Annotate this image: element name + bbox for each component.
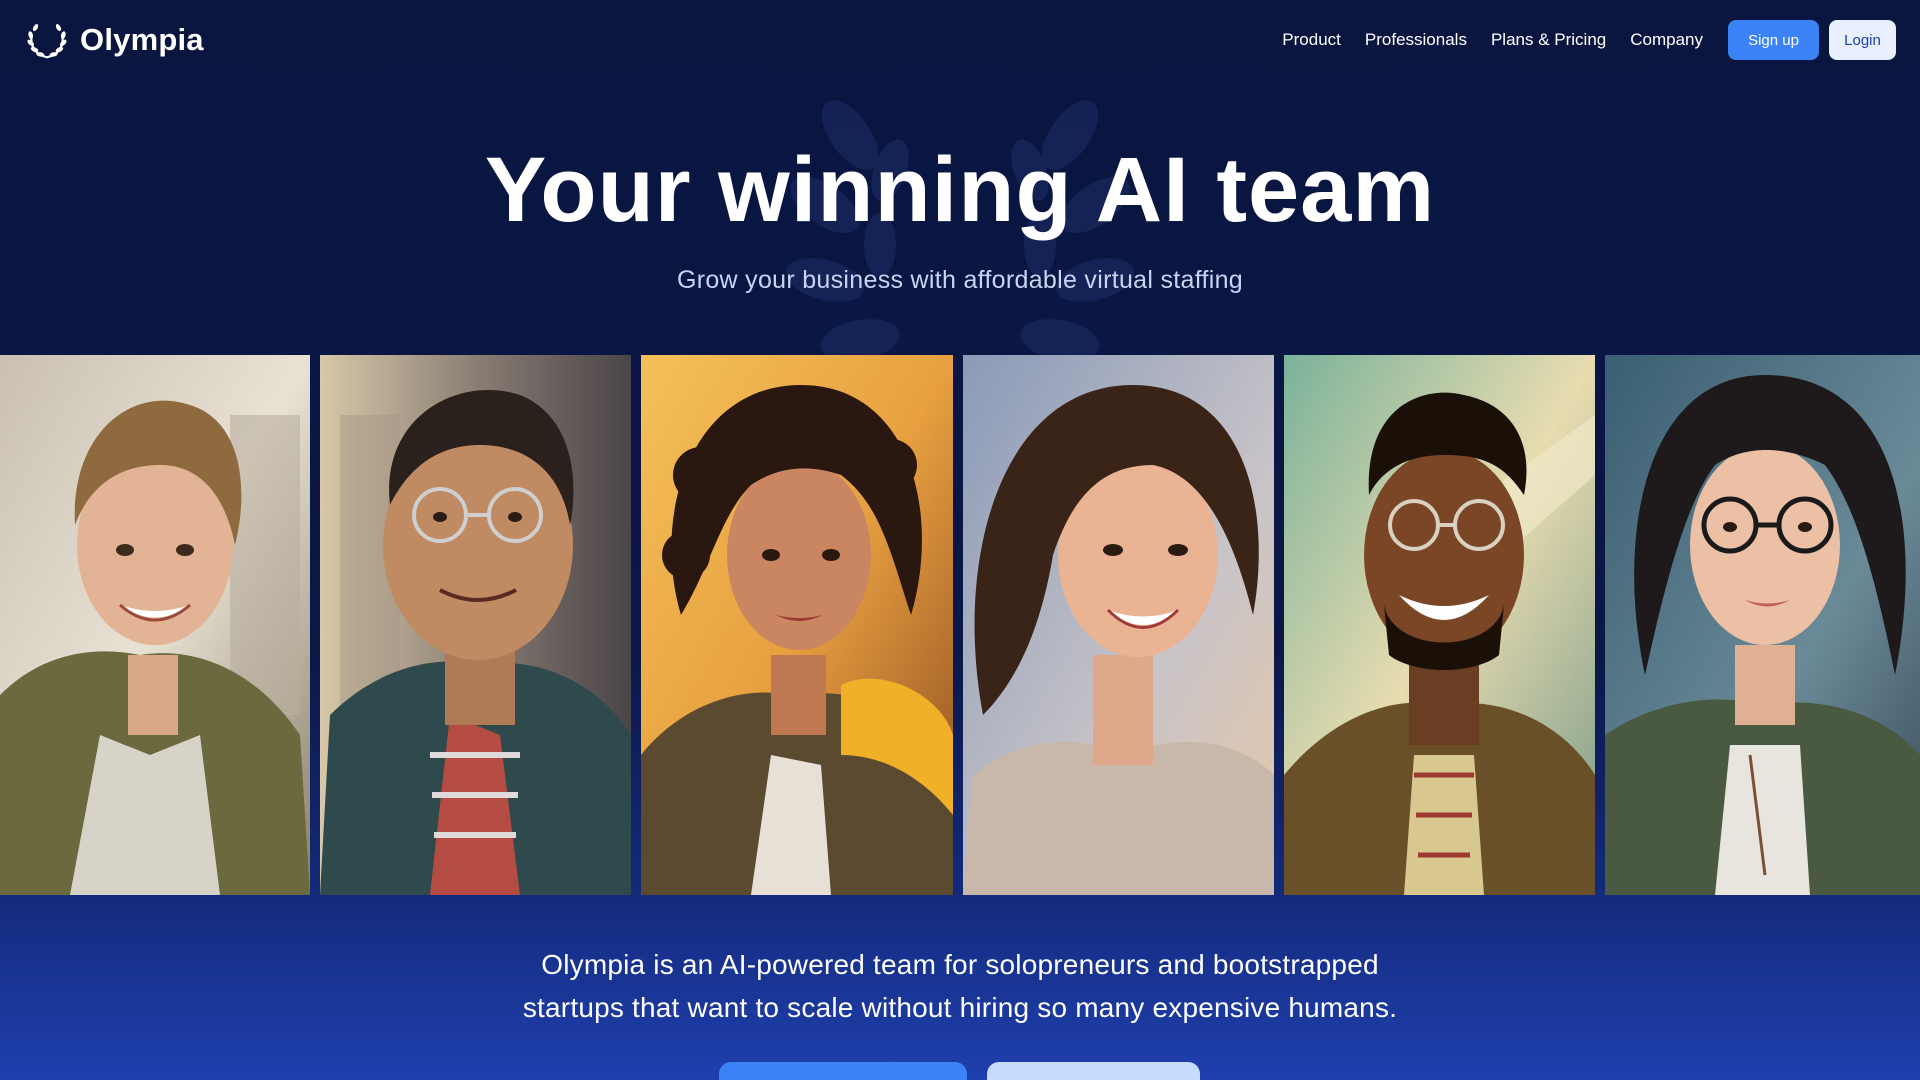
nav-link-plans-pricing[interactable]: Plans & Pricing [1491, 30, 1606, 50]
signup-button[interactable]: Sign up [1728, 20, 1819, 60]
about-line-1: Olympia is an AI-powered team for solopr… [541, 949, 1379, 980]
cta-row [719, 1062, 1200, 1080]
login-button[interactable]: Login [1829, 20, 1896, 60]
cta-secondary-button[interactable] [987, 1062, 1200, 1080]
about-text: Olympia is an AI-powered team for solopr… [0, 943, 1920, 1029]
nav-link-product[interactable]: Product [1282, 30, 1341, 50]
brand-name: Olympia [80, 22, 204, 57]
portrait-woman-smiling [963, 355, 1274, 895]
portrait-young-man-smiling [0, 355, 310, 895]
cta-primary-button[interactable] [719, 1062, 967, 1080]
portrait-gallery [0, 355, 1920, 895]
portrait-man-with-glasses-laughing [1284, 355, 1595, 895]
about-line-2: startups that want to scale without hiri… [522, 992, 1398, 1023]
nav-link-professionals[interactable]: Professionals [1365, 30, 1467, 50]
hero-title: Your winning AI team [484, 139, 1436, 241]
portrait-man-with-glasses [320, 355, 631, 895]
landing-page: Olympia Product Professionals Plans & Pr… [0, 0, 1920, 1080]
portrait-woman-with-glasses [1605, 355, 1920, 895]
laurel-wreath-icon [27, 24, 67, 59]
brand-logo-link[interactable]: Olympia [24, 17, 204, 63]
nav-link-company[interactable]: Company [1630, 30, 1703, 50]
portrait-woman-curly-hair-yellow-hoodie [641, 355, 953, 895]
nav-menu: Product Professionals Plans & Pricing Co… [1282, 20, 1896, 60]
hero-subtitle: Grow your business with affordable virtu… [676, 266, 1244, 294]
top-nav: Olympia Product Professionals Plans & Pr… [0, 0, 1920, 80]
